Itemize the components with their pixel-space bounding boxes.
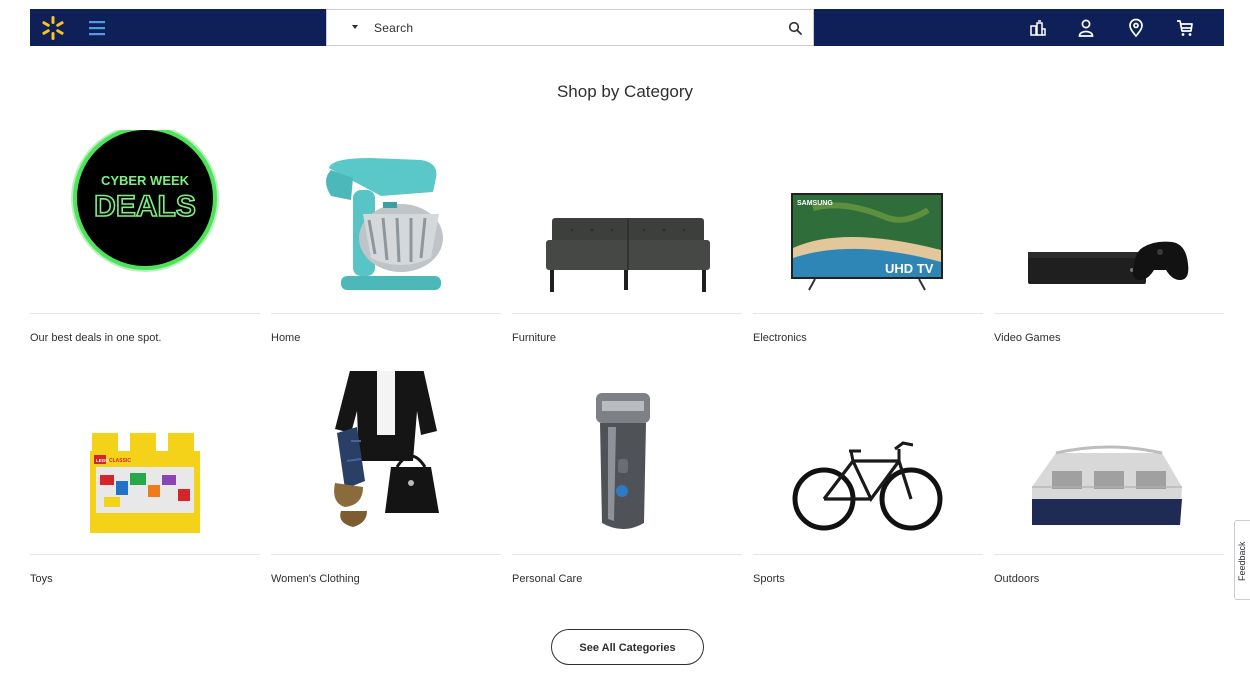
- category-tile-video-games[interactable]: Video Games: [994, 130, 1224, 360]
- uhd-tv-image: SAMSUNG UHD TV: [791, 193, 943, 291]
- bicycle-image: [792, 441, 943, 531]
- stand-mixer-image: [326, 158, 443, 290]
- category-tile-toys[interactable]: LEGO CLASSIC Toys: [30, 371, 260, 601]
- tile-divider: [30, 554, 260, 555]
- futon-sofa-image: [546, 218, 710, 292]
- tile-divider: [512, 554, 742, 555]
- category-tile-sports[interactable]: Sports: [753, 371, 983, 601]
- game-console-image: [1028, 241, 1189, 284]
- badge-line-2: DEALS: [94, 190, 196, 223]
- category-tile-electronics[interactable]: SAMSUNG UHD TV Electronics: [753, 130, 983, 360]
- category-tile-womens-clothing[interactable]: Women's Clothing: [271, 371, 501, 601]
- cyber-week-deals-badge: CYBER WEEK DEALS: [71, 130, 219, 272]
- tile-divider: [994, 554, 1224, 555]
- account-icon[interactable]: [1076, 18, 1096, 38]
- toy-line-text: CLASSIC: [109, 458, 131, 464]
- category-tile-deals[interactable]: CYBER WEEK DEALS Our best deals in one s…: [30, 130, 260, 360]
- category-label[interactable]: Toys: [30, 573, 53, 585]
- category-label[interactable]: Electronics: [753, 332, 807, 344]
- tile-divider: [271, 554, 501, 555]
- chevron-down-icon[interactable]: [351, 23, 359, 31]
- category-label[interactable]: Our best deals in one spot.: [30, 332, 161, 344]
- global-header: Search: [30, 9, 1224, 46]
- search-input[interactable]: Search: [374, 21, 413, 35]
- tile-divider: [271, 313, 501, 314]
- lego-box-image: LEGO CLASSIC: [90, 433, 200, 533]
- category-label[interactable]: Home: [271, 332, 300, 344]
- category-tile-home[interactable]: Home: [271, 130, 501, 360]
- category-label[interactable]: Personal Care: [512, 573, 582, 585]
- tv-brand-text: SAMSUNG: [797, 200, 833, 207]
- category-tile-outdoors[interactable]: Outdoors: [994, 371, 1224, 601]
- tv-badge-text: UHD TV: [885, 261, 934, 276]
- clothing-outfit-image: [334, 371, 439, 527]
- feedback-label: Feedback: [1237, 541, 1247, 581]
- tent-image: [1032, 445, 1182, 525]
- tile-divider: [994, 313, 1224, 314]
- category-label[interactable]: Video Games: [994, 332, 1060, 344]
- walmart-spark-icon[interactable]: [40, 15, 66, 41]
- page-title: Shop by Category: [556, 82, 694, 101]
- search-icon[interactable]: [788, 21, 803, 36]
- category-label[interactable]: Sports: [753, 573, 785, 585]
- category-label[interactable]: Furniture: [512, 332, 556, 344]
- cart-icon[interactable]: [1175, 18, 1195, 38]
- tile-divider: [753, 313, 983, 314]
- search-bar[interactable]: Search: [326, 9, 814, 46]
- category-label[interactable]: Outdoors: [994, 573, 1039, 585]
- tile-divider: [753, 554, 983, 555]
- category-tile-personal-care[interactable]: Personal Care: [512, 371, 742, 601]
- location-icon[interactable]: [1126, 18, 1146, 38]
- category-tile-furniture[interactable]: Furniture: [512, 130, 742, 360]
- category-label[interactable]: Women's Clothing: [271, 573, 360, 585]
- see-all-categories-button[interactable]: See All Categories: [551, 629, 704, 665]
- badge-line-1: CYBER WEEK: [101, 173, 190, 188]
- feedback-tab[interactable]: Feedback: [1234, 520, 1250, 600]
- toy-brand-text: LEGO: [96, 458, 109, 463]
- electric-shaver-image: [596, 393, 650, 529]
- tile-divider: [512, 313, 742, 314]
- tile-divider: [30, 313, 260, 314]
- reorder-icon[interactable]: [1028, 18, 1048, 38]
- menu-icon[interactable]: [88, 19, 106, 37]
